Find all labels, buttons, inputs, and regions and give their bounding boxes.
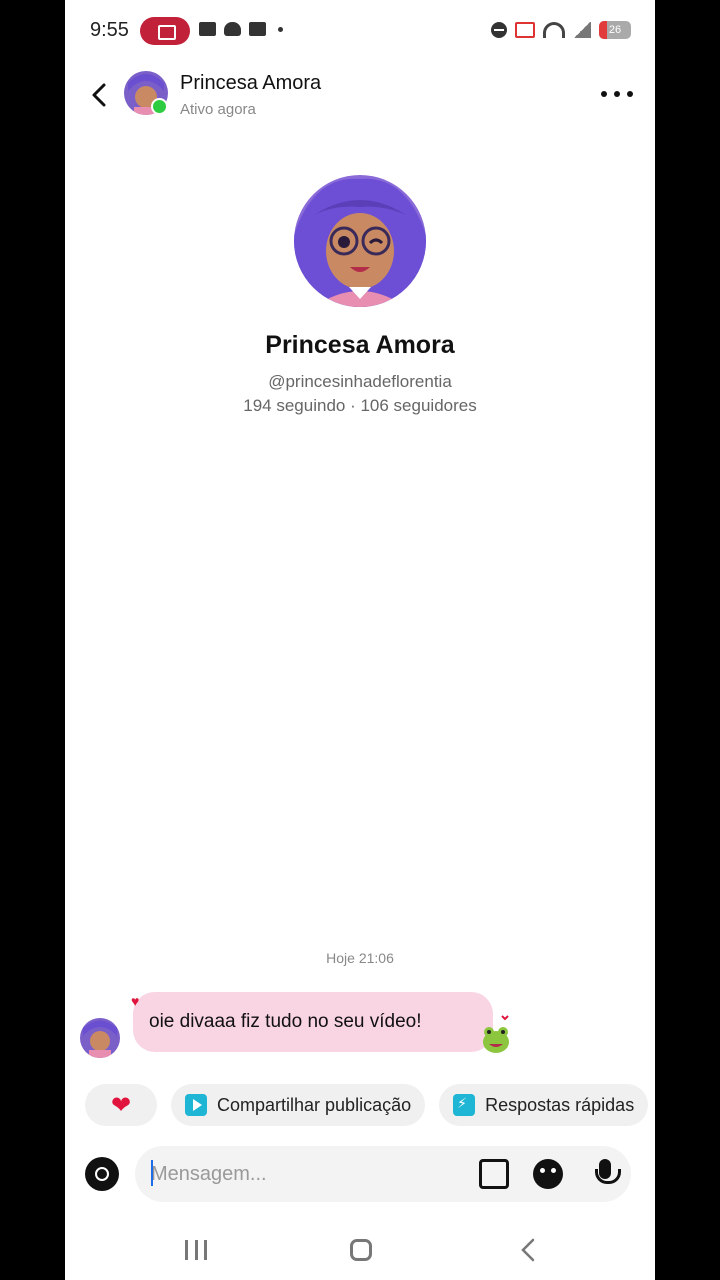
chevron-left-icon: [92, 83, 106, 107]
battery-icon: 26: [599, 21, 631, 39]
frog-sticker-icon: [483, 1015, 509, 1053]
sticker-icon[interactable]: [533, 1159, 563, 1189]
more-options-button[interactable]: [601, 88, 633, 100]
message-text: oie divaaa fiz tudo no seu vídeo!: [149, 1011, 422, 1032]
message-timestamp: Hoje 21:06: [326, 950, 394, 966]
message-input[interactable]: [151, 1160, 451, 1188]
system-back-button[interactable]: [517, 1238, 541, 1262]
cast-icon: [515, 22, 535, 38]
online-indicator: [151, 98, 168, 115]
profile-avatar[interactable]: [294, 175, 426, 307]
message-composer: [135, 1146, 631, 1202]
share-post-icon: [185, 1094, 207, 1116]
header-name[interactable]: Princesa Amora: [180, 72, 321, 95]
dot-icon: [601, 91, 607, 97]
text-caret: [151, 1160, 153, 1186]
share-post-label: Compartilhar publicação: [217, 1094, 412, 1115]
dnd-icon: [491, 22, 507, 38]
status-icons-right: 26: [491, 21, 631, 39]
gallery-icon[interactable]: [479, 1159, 509, 1189]
profile-handle: @princesinhadeflorentia: [268, 372, 452, 391]
chat-header: Princesa Amora Ativo agora: [65, 60, 655, 130]
wifi-icon: [543, 22, 565, 38]
header-status: Ativo agora: [180, 101, 256, 118]
quick-actions-bar: ❤ Compartilhar publicação Respostas rápi…: [85, 1084, 649, 1126]
dot-icon: [614, 91, 620, 97]
quick-replies-button[interactable]: Respostas rápidas: [439, 1084, 649, 1126]
status-time: 9:55: [90, 19, 129, 41]
share-post-button[interactable]: Compartilhar publicação: [171, 1084, 426, 1126]
sender-avatar[interactable]: [80, 1018, 120, 1058]
profile-stats: 194 seguindo · 106 seguidores: [243, 396, 477, 415]
screen-record-icon: [140, 17, 190, 45]
status-icons-left: [199, 22, 283, 36]
system-nav-bar: [65, 1220, 655, 1280]
calendar-icon: [249, 22, 266, 36]
camera-button[interactable]: [85, 1157, 119, 1191]
quick-replies-icon: [453, 1094, 476, 1116]
message-bubble[interactable]: oie divaaa fiz tudo no seu vídeo!: [133, 992, 493, 1052]
screen: 9:55 26 Princesa Amora Ativo agora Princ…: [65, 0, 655, 1280]
profile-name: Princesa Amora: [265, 331, 455, 359]
video-icon: [199, 22, 216, 36]
quick-heart-button[interactable]: ❤: [85, 1084, 157, 1126]
cloud-icon: [224, 22, 241, 36]
heart-reaction-icon: ♥: [131, 993, 140, 1009]
dot-icon: [627, 91, 633, 97]
status-bar: 9:55 26: [65, 0, 655, 60]
microphone-icon[interactable]: [590, 1159, 621, 1189]
heart-icon: ❤: [110, 1091, 132, 1119]
home-button[interactable]: [350, 1239, 372, 1261]
dot-icon: [278, 26, 283, 32]
signal-icon: [573, 22, 591, 38]
quick-replies-label: Respostas rápidas: [485, 1094, 635, 1115]
back-button[interactable]: [85, 80, 115, 110]
recents-button[interactable]: [185, 1240, 207, 1260]
